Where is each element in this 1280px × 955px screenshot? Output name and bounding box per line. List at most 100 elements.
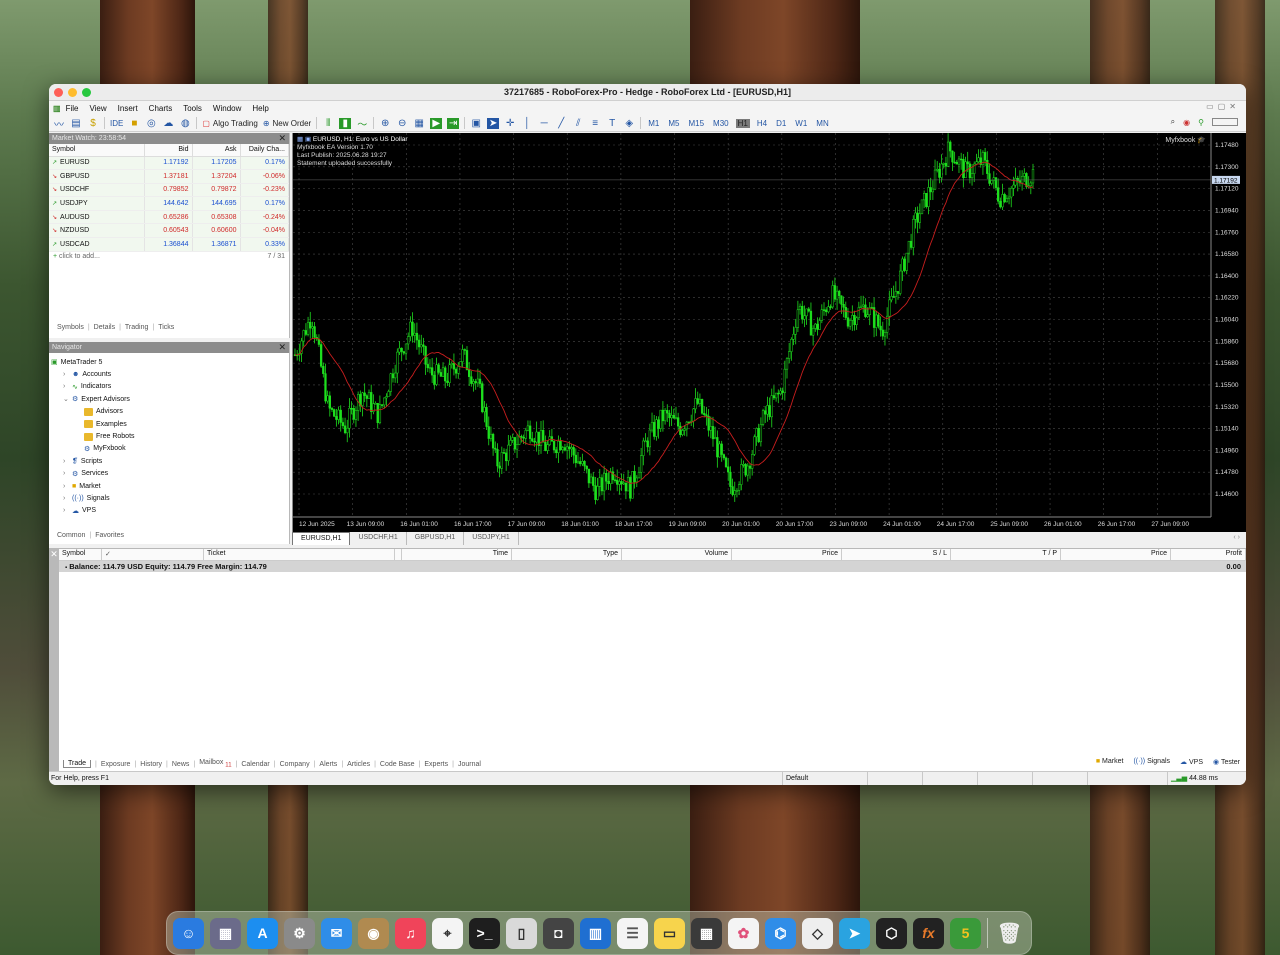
- tab-history[interactable]: History: [140, 761, 162, 768]
- timeframe-w1[interactable]: W1: [793, 119, 809, 128]
- tab-mailbox[interactable]: Mailbox 11: [199, 759, 231, 768]
- expand-icon[interactable]: ›: [63, 495, 69, 502]
- trello-icon[interactable]: ▥: [580, 917, 611, 949]
- expand-icon[interactable]: ›: [63, 470, 69, 477]
- close-icon[interactable]: ✕: [278, 133, 286, 144]
- chart-tab-usdjpy[interactable]: USDJPY,H1: [464, 532, 519, 545]
- col-current-price[interactable]: Price: [1061, 549, 1171, 560]
- navigator-item-metatrader-5[interactable]: ▣ MetaTrader 5: [51, 356, 287, 368]
- expand-icon[interactable]: ›: [63, 383, 69, 390]
- tab-company[interactable]: Company: [280, 761, 310, 768]
- navigator-item-myfxbook[interactable]: ⚙ MyFxbook: [51, 443, 287, 455]
- channel-icon[interactable]: ⫽: [572, 118, 584, 129]
- child-window-controls[interactable]: ▭▢✕: [1206, 102, 1240, 111]
- app-menu-icon[interactable]: ▥: [53, 104, 61, 113]
- timeframe-h4[interactable]: H4: [755, 119, 769, 128]
- col-profit[interactable]: Profit: [1171, 549, 1246, 560]
- notes-icon[interactable]: ▭: [654, 917, 685, 949]
- timeframe-d1[interactable]: D1: [774, 119, 788, 128]
- col-symbol[interactable]: Symbol: [59, 549, 102, 560]
- search-field[interactable]: [1212, 118, 1238, 126]
- col-daily-change[interactable]: Daily Cha...: [240, 144, 289, 157]
- market-watch-row[interactable]: ↘ NZDUSD 0.60543 0.60600 -0.04%: [49, 223, 289, 239]
- expand-icon[interactable]: ⌄: [63, 395, 69, 403]
- preview-icon[interactable]: ▯: [506, 917, 537, 949]
- bar-chart-icon[interactable]: ⫴: [322, 118, 334, 129]
- chart-shift-icon[interactable]: ⇥: [447, 117, 460, 129]
- navigator-item-scripts[interactable]: › ❡ Scripts: [51, 455, 287, 467]
- chart-canvas[interactable]: 1.17480 1.17300 1.17120 1.16940 1.16760 1.165…: [293, 133, 1246, 532]
- reminders-icon[interactable]: ☰: [617, 917, 648, 949]
- col-price[interactable]: Price: [732, 549, 842, 560]
- expand-icon[interactable]: ›: [63, 483, 69, 490]
- grid-icon[interactable]: ▦: [413, 118, 425, 129]
- menu-insert[interactable]: Insert: [118, 104, 138, 113]
- menu-file[interactable]: File: [66, 104, 79, 113]
- col-time[interactable]: Time: [402, 549, 512, 560]
- telegram-icon[interactable]: ➤: [839, 917, 870, 949]
- col-check-icon[interactable]: ✓: [102, 549, 204, 560]
- tab-journal[interactable]: Journal: [458, 761, 481, 768]
- col-volume[interactable]: Volume: [622, 549, 732, 560]
- text-tool-icon[interactable]: T: [606, 118, 618, 129]
- col-type[interactable]: Type: [512, 549, 622, 560]
- chart-tab-eurusd[interactable]: EURUSD,H1: [292, 532, 351, 545]
- tab-code-base[interactable]: Code Base: [380, 761, 415, 768]
- profile-name[interactable]: Default: [782, 772, 867, 785]
- market-watch-row[interactable]: ↗ EURUSD 1.17192 1.17205 0.17%: [49, 156, 289, 171]
- box-app-icon[interactable]: ⬡: [876, 917, 907, 949]
- col-ask[interactable]: Ask: [192, 144, 241, 157]
- safari-icon[interactable]: ⌬: [765, 917, 796, 949]
- menu-view[interactable]: View: [89, 104, 106, 113]
- finder-icon[interactable]: ☺: [173, 917, 204, 949]
- navigator-item-expert-advisors[interactable]: ⌄ ⚙ Expert Advisors: [51, 393, 287, 405]
- maps-icon[interactable]: ⌖: [432, 917, 463, 949]
- col-sl[interactable]: S / L: [842, 549, 951, 560]
- tab-favorites[interactable]: Favorites: [95, 532, 124, 539]
- close-icon[interactable]: ✕: [278, 342, 286, 353]
- candlestick-icon[interactable]: ▮: [339, 117, 352, 129]
- chart-templates-icon[interactable]: ▤: [70, 118, 82, 129]
- profiles-icon[interactable]: $: [87, 118, 99, 129]
- algo-trading-button[interactable]: ▢ Algo Trading: [202, 119, 257, 128]
- minimize-window-button[interactable]: [68, 88, 77, 97]
- ide-button[interactable]: IDE: [110, 119, 123, 128]
- tab-articles[interactable]: Articles: [347, 761, 370, 768]
- menu-help[interactable]: Help: [252, 104, 268, 113]
- market-watch-row[interactable]: ↘ AUDUSD 0.65286 0.65308 -0.24%: [49, 210, 289, 225]
- zoom-out-icon[interactable]: ⊖: [396, 118, 408, 129]
- mail-icon[interactable]: ✉: [321, 917, 352, 949]
- navigator-item-accounts[interactable]: › ☻ Accounts: [51, 368, 287, 380]
- zoom-window-button[interactable]: [82, 88, 91, 97]
- crosshair-icon[interactable]: ✛: [504, 118, 516, 129]
- tab-experts[interactable]: Experts: [424, 761, 448, 768]
- app-store-icon[interactable]: A: [247, 917, 278, 949]
- ping-indicator[interactable]: ▁▃▅ 44.88 ms: [1167, 772, 1246, 785]
- cursor-icon[interactable]: ➤: [487, 117, 500, 129]
- trendline-icon[interactable]: ╱: [555, 118, 567, 129]
- tab-details[interactable]: Details: [94, 324, 115, 331]
- navigator-item-signals[interactable]: › ((·)) Signals: [51, 492, 287, 504]
- navigator-item-advisors[interactable]: Advisors: [51, 406, 287, 418]
- expand-icon[interactable]: ›: [63, 507, 69, 514]
- market-watch-row[interactable]: ↘ USDCHF 0.79852 0.79872 -0.23%: [49, 183, 289, 198]
- navigator-item-examples[interactable]: Examples: [51, 418, 287, 430]
- zoom-in-icon[interactable]: ⊕: [379, 118, 391, 129]
- navigator-item-indicators[interactable]: › ∿ Indicators: [51, 381, 287, 393]
- terminal-icon[interactable]: >_: [469, 917, 500, 949]
- signals-tab[interactable]: ((·)) Signals: [1133, 758, 1170, 766]
- menu-charts[interactable]: Charts: [149, 104, 173, 113]
- market-watch-row[interactable]: ↗ USDJPY 144.642 144.695 0.17%: [49, 196, 289, 211]
- timeframe-m15[interactable]: M15: [686, 119, 706, 128]
- price-chart[interactable]: 1.17480 1.17300 1.17120 1.16940 1.16760 1.165…: [292, 133, 1246, 532]
- tab-alerts[interactable]: Alerts: [319, 761, 337, 768]
- shapes-icon[interactable]: ◈: [623, 118, 635, 129]
- tab-ticks[interactable]: Ticks: [158, 324, 174, 331]
- launchpad-icon[interactable]: ▦: [210, 917, 241, 949]
- signals-toolbar-icon[interactable]: ◎: [145, 118, 157, 129]
- stacks-app-icon[interactable]: ◇: [802, 917, 833, 949]
- navigator-item-market[interactable]: › ■ Market: [51, 480, 287, 492]
- menu-window[interactable]: Window: [213, 104, 241, 113]
- click-to-add[interactable]: + click to add...: [53, 253, 100, 265]
- chart-tab-usdchf[interactable]: USDCHF,H1: [350, 532, 407, 545]
